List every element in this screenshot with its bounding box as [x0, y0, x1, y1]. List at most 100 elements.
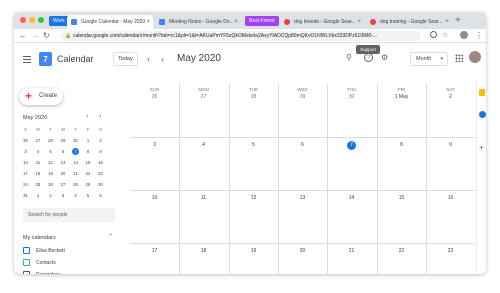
tab-dog-training[interactable]: dog training - Google Sear... × — [366, 15, 452, 29]
tab-group-best-friend[interactable]: Best Friend — [245, 16, 279, 26]
day-cell-number[interactable]: 1 May — [377, 93, 426, 101]
keep-icon[interactable] — [479, 89, 485, 96]
mini-day[interactable]: 16 — [95, 158, 106, 168]
day-cell-number[interactable]: 18 — [179, 247, 228, 255]
tab-group-work[interactable]: Work — [49, 16, 69, 26]
tab-meeting-notes[interactable]: Meeting Notes - Google Do... × — [155, 15, 241, 29]
address-bar[interactable]: 🔒 calendar.google.com/calendar/r/month?t… — [61, 31, 421, 41]
day-cell-number[interactable]: 17 — [130, 247, 179, 255]
mini-day[interactable]: 10 — [20, 158, 31, 168]
search-icon[interactable]: ⚲ — [346, 53, 352, 63]
mini-day[interactable]: 2 — [95, 136, 106, 146]
previous-month-icon[interactable]: ‹ — [147, 54, 150, 64]
mini-day[interactable]: 18 — [33, 169, 44, 179]
mini-day[interactable]: 26 — [20, 136, 31, 146]
mini-day[interactable]: 29 — [83, 180, 94, 190]
tasks-icon[interactable] — [479, 111, 486, 118]
mini-day[interactable]: 22 — [83, 169, 94, 179]
today-button[interactable]: Today — [113, 52, 138, 66]
mini-day[interactable]: 24 — [20, 180, 31, 190]
close-window-icon[interactable] — [20, 17, 26, 23]
calendar-checkbox[interactable] — [23, 247, 30, 254]
mini-prev-icon[interactable]: ‹ — [86, 113, 88, 120]
day-cell-number[interactable]: 10 — [130, 194, 179, 202]
mini-day[interactable]: 5 — [83, 191, 94, 201]
day-cell-number[interactable]: 22 — [377, 247, 426, 255]
day-cell-number[interactable]: 27 — [179, 93, 228, 101]
mini-day[interactable]: 2 — [45, 191, 56, 201]
mini-day[interactable]: 6 — [58, 147, 69, 157]
forward-icon[interactable]: → — [31, 30, 39, 42]
mini-next-icon[interactable]: › — [99, 113, 101, 120]
day-cell-number[interactable]: 9 — [426, 141, 475, 149]
mini-day[interactable]: 27 — [33, 136, 44, 146]
mini-day[interactable]: 8 — [83, 147, 94, 157]
calendar-item[interactable]: Elisa Beckett — [23, 247, 65, 257]
mini-day[interactable]: 30 — [70, 136, 81, 146]
mini-day[interactable]: 31 — [20, 191, 31, 201]
extension-icon[interactable] — [430, 31, 437, 38]
profile-avatar[interactable] — [460, 31, 468, 39]
bookmark-star-icon[interactable]: ☆ — [442, 30, 448, 42]
search-people-input[interactable]: Search for people — [23, 208, 115, 222]
tab-google-calendar[interactable]: Google Calendar - May 2020 × — [67, 15, 153, 29]
next-month-icon[interactable]: › — [161, 54, 164, 64]
day-cell-number[interactable]: 11 — [179, 194, 228, 202]
mini-day[interactable]: 12 — [45, 158, 56, 168]
close-tab-icon[interactable]: × — [234, 15, 238, 29]
day-cell-number[interactable]: 4 — [179, 141, 228, 149]
reload-icon[interactable]: ↻ — [43, 30, 50, 42]
mini-day[interactable]: 19 — [45, 169, 56, 179]
mini-day[interactable]: 20 — [58, 169, 69, 179]
mini-day[interactable]: 28 — [45, 136, 56, 146]
collapse-chevron-icon[interactable]: ⌃ — [108, 233, 113, 240]
day-cell-number[interactable]: 2 — [426, 93, 475, 101]
day-cell-number[interactable]: 3 — [130, 141, 179, 149]
mini-day[interactable]: 21 — [70, 169, 81, 179]
day-cell-number[interactable]: 14 — [327, 194, 376, 202]
mini-day[interactable]: 30 — [95, 180, 106, 190]
mini-day[interactable]: 4 — [70, 191, 81, 201]
mini-day[interactable]: 9 — [95, 147, 106, 157]
tab-dog-breeds[interactable]: dog breeds - Google Sear... × — [280, 15, 364, 29]
day-cell-number[interactable]: 19 — [229, 247, 278, 255]
minimize-window-icon[interactable] — [29, 17, 35, 23]
day-cell-number[interactable]: 26 — [130, 93, 179, 101]
mini-day[interactable]: 3 — [58, 191, 69, 201]
settings-gear-icon[interactable]: ⚙ — [381, 53, 388, 63]
mini-day[interactable]: 4 — [33, 147, 44, 157]
mini-day[interactable]: 29 — [58, 136, 69, 146]
mini-day[interactable]: 25 — [33, 180, 44, 190]
my-calendars-heading[interactable]: My calendars — [23, 235, 56, 241]
user-avatar[interactable] — [469, 51, 481, 63]
mini-day[interactable]: 26 — [45, 180, 56, 190]
mini-day[interactable]: 6 — [95, 191, 106, 201]
back-icon[interactable]: ← — [19, 30, 27, 42]
day-cell-number[interactable]: 23 — [426, 247, 475, 255]
day-cell-number[interactable]: 21 — [327, 247, 376, 255]
view-selector[interactable]: Month ▾ — [410, 52, 448, 66]
mini-day[interactable]: 5 — [45, 147, 56, 157]
help-icon[interactable]: ? — [364, 53, 373, 62]
day-cell-number[interactable]: 7 — [327, 141, 376, 150]
browser-menu-icon[interactable]: ⋮ — [475, 30, 483, 42]
maximize-window-icon[interactable] — [38, 17, 44, 23]
day-cell-number[interactable]: 20 — [278, 247, 327, 255]
create-button[interactable]: + Create — [19, 88, 63, 105]
close-tab-icon[interactable]: × — [146, 15, 150, 29]
close-tab-icon[interactable]: × — [357, 15, 361, 29]
day-cell-number[interactable]: 13 — [278, 194, 327, 202]
day-cell-number[interactable]: 6 — [278, 141, 327, 149]
add-addon-icon[interactable]: + — [479, 143, 484, 152]
apps-grid-icon[interactable] — [455, 54, 463, 62]
new-tab-button[interactable]: + — [455, 15, 461, 27]
calendar-item[interactable]: Reminders — [23, 271, 60, 274]
close-tab-icon[interactable]: × — [445, 15, 449, 29]
calendar-item[interactable]: Contacts — [23, 259, 56, 269]
mini-day[interactable]: 17 — [20, 169, 31, 179]
mini-day[interactable]: 23 — [95, 169, 106, 179]
mini-day[interactable]: 7 — [70, 147, 81, 157]
day-cell-number[interactable]: 8 — [377, 141, 426, 149]
calendar-checkbox[interactable] — [23, 259, 30, 266]
calendar-checkbox[interactable] — [23, 271, 30, 274]
